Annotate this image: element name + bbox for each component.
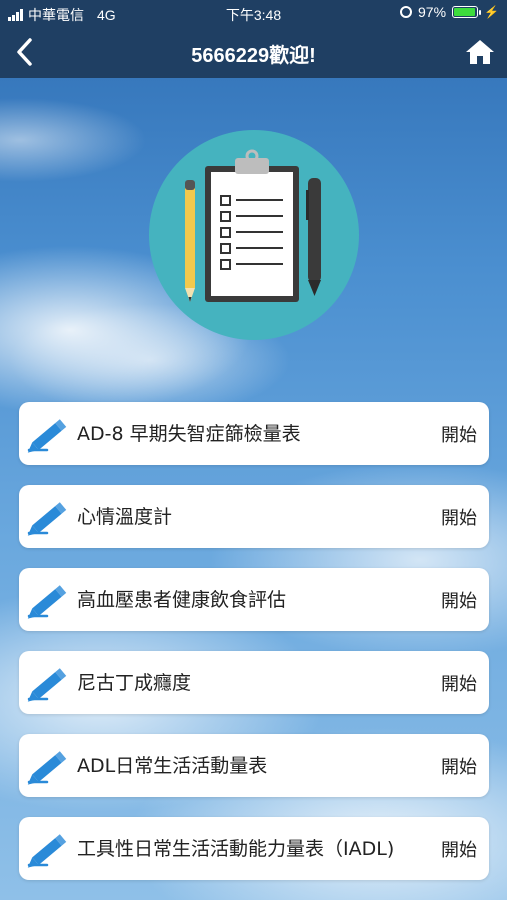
item-label: 尼古丁成癮度: [77, 671, 192, 694]
clipboard-checklist-icon: [149, 130, 359, 340]
pencil-icon: [27, 580, 73, 620]
item-label: 心情溫度計: [77, 505, 173, 528]
battery-percent: 97%: [418, 4, 447, 20]
home-button[interactable]: [463, 35, 497, 69]
list-item[interactable]: 工具性日常生活活動能力量表（IADL) 開始: [19, 817, 489, 880]
pencil-icon: [27, 829, 73, 869]
start-button[interactable]: 開始: [441, 817, 477, 880]
pencil-icon: [27, 663, 73, 703]
orientation-lock-icon: [400, 6, 413, 18]
start-button[interactable]: 開始: [441, 651, 477, 714]
start-button[interactable]: 開始: [441, 402, 477, 465]
start-button[interactable]: 開始: [441, 734, 477, 797]
nav-bar: 5666229歡迎!: [0, 26, 507, 78]
pencil-icon: [27, 497, 73, 537]
page-title: 5666229歡迎!: [191, 45, 316, 67]
list-item[interactable]: AD-8 早期失智症篩檢量表 開始: [19, 402, 489, 465]
pencil-icon: [27, 414, 73, 454]
status-bar: 中華電信 4G 下午3:48 97% ⚡: [0, 0, 507, 26]
pencil-icon: [27, 746, 73, 786]
list-item[interactable]: 心情溫度計 開始: [19, 485, 489, 548]
list-item[interactable]: 尼古丁成癮度 開始: [19, 651, 489, 714]
battery-icon: [452, 6, 482, 18]
item-label: AD-8 早期失智症篩檢量表: [77, 422, 301, 445]
charging-icon: ⚡: [484, 5, 499, 19]
home-icon: [466, 40, 494, 64]
item-label: 工具性日常生活活動能力量表（IADL): [77, 837, 395, 860]
status-right: 97% ⚡: [400, 4, 499, 20]
start-button[interactable]: 開始: [441, 485, 477, 548]
assessment-list: AD-8 早期失智症篩檢量表 開始 心情溫度計 開始 高血壓患者健康飲食評估 開始 尼古丁成…: [19, 402, 489, 900]
item-label: ADL日常生活活動量表: [77, 754, 268, 777]
list-item[interactable]: 高血壓患者健康飲食評估 開始: [19, 568, 489, 631]
list-item[interactable]: ADL日常生活活動量表 開始: [19, 734, 489, 797]
item-label: 高血壓患者健康飲食評估: [77, 588, 287, 611]
start-button[interactable]: 開始: [441, 568, 477, 631]
